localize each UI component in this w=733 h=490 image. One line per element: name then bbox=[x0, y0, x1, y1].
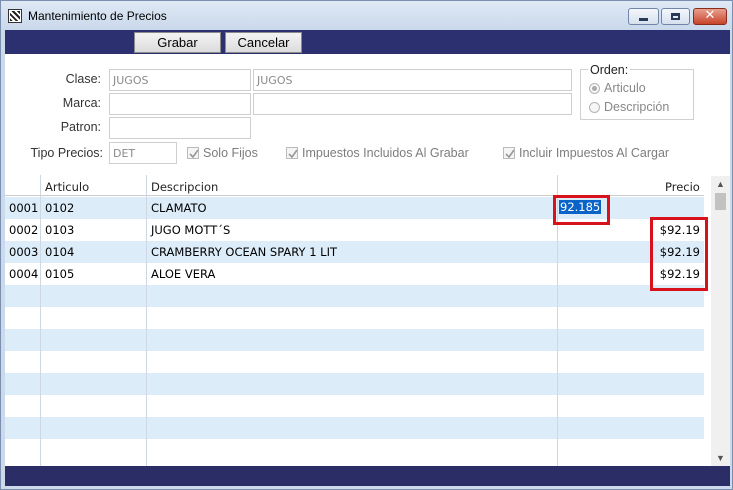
maximize-button[interactable] bbox=[661, 8, 690, 25]
tipo-precios-label: Tipo Precios: bbox=[30, 146, 103, 160]
minimize-button[interactable] bbox=[628, 8, 659, 25]
table-row[interactable]: 0003 0104 CRAMBERRY OCEAN SPARY 1 LIT $9… bbox=[5, 241, 704, 263]
marca-code-field[interactable] bbox=[109, 93, 251, 115]
highlight-edited-price bbox=[553, 195, 610, 225]
header-precio[interactable]: Precio bbox=[665, 180, 700, 194]
solo-fijos-checkbox[interactable] bbox=[187, 147, 199, 159]
clase-desc-field[interactable]: JUGOS bbox=[253, 69, 572, 91]
highlight-prices bbox=[650, 217, 708, 291]
orden-descripcion-label: Descripción bbox=[604, 100, 670, 114]
check-icon bbox=[505, 149, 515, 159]
row-descripcion: CRAMBERRY OCEAN SPARY 1 LIT bbox=[151, 245, 337, 259]
row-num: 0002 bbox=[9, 223, 39, 237]
marca-desc-field[interactable] bbox=[253, 93, 572, 115]
app-grid-icon[interactable] bbox=[8, 9, 22, 23]
grabar-button[interactable]: Grabar bbox=[134, 32, 221, 53]
empty-row[interactable] bbox=[5, 417, 704, 439]
empty-row[interactable] bbox=[5, 329, 704, 351]
app-window: Mantenimiento de Precios ✕ Grabar Cancel… bbox=[0, 0, 733, 490]
main-panel: Clase: JUGOS JUGOS Marca: Patron: Tipo P… bbox=[5, 54, 730, 466]
empty-row[interactable] bbox=[5, 395, 704, 417]
clase-code-field[interactable]: JUGOS bbox=[109, 69, 251, 91]
close-button[interactable]: ✕ bbox=[693, 8, 727, 25]
header-articulo[interactable]: Articulo bbox=[45, 180, 89, 194]
empty-row[interactable] bbox=[5, 439, 704, 461]
row-descripcion: JUGO MOTT´S bbox=[151, 223, 231, 237]
row-articulo: 0104 bbox=[45, 245, 75, 259]
grid-header: Articulo Descripcion Precio bbox=[5, 175, 704, 196]
cancelar-button[interactable]: Cancelar bbox=[225, 32, 302, 53]
orden-title: Orden: bbox=[588, 63, 631, 77]
scroll-down-icon[interactable]: ▼ bbox=[711, 450, 730, 466]
row-num: 0004 bbox=[9, 267, 39, 281]
minimize-icon bbox=[639, 18, 648, 21]
patron-field[interactable] bbox=[109, 117, 251, 139]
maximize-icon bbox=[671, 13, 680, 20]
column-divider bbox=[40, 175, 41, 466]
check-icon bbox=[189, 149, 199, 159]
header-descripcion[interactable]: Descripcion bbox=[151, 180, 218, 194]
column-divider bbox=[146, 175, 147, 466]
orden-descripcion-radio[interactable] bbox=[589, 102, 600, 113]
row-num: 0003 bbox=[9, 245, 39, 259]
marca-label: Marca: bbox=[62, 96, 101, 110]
row-articulo: 0105 bbox=[45, 267, 75, 281]
toolbar: Grabar Cancelar bbox=[5, 30, 730, 54]
title-bar[interactable]: Mantenimiento de Precios ✕ bbox=[1, 1, 732, 30]
table-row[interactable]: 0004 0105 ALOE VERA $92.19 bbox=[5, 263, 704, 285]
clase-label: Clase: bbox=[65, 72, 101, 86]
vertical-scrollbar[interactable]: ▲ ▼ bbox=[711, 176, 730, 466]
scroll-thumb[interactable] bbox=[715, 193, 726, 210]
orden-articulo-radio[interactable] bbox=[589, 83, 600, 94]
row-descripcion: ALOE VERA bbox=[151, 267, 216, 281]
window-title: Mantenimiento de Precios bbox=[28, 9, 167, 23]
impuestos-incluidos-checkbox[interactable] bbox=[286, 147, 298, 159]
empty-row[interactable] bbox=[5, 373, 704, 395]
status-bar bbox=[5, 466, 730, 486]
solo-fijos-label: Solo Fijos bbox=[203, 146, 258, 160]
row-articulo: 0102 bbox=[45, 201, 75, 215]
incluir-impuestos-checkbox[interactable] bbox=[503, 147, 515, 159]
impuestos-incluidos-label: Impuestos Incluidos Al Grabar bbox=[302, 146, 469, 160]
empty-row[interactable] bbox=[5, 285, 704, 307]
patron-label: Patron: bbox=[60, 120, 101, 134]
check-icon bbox=[288, 149, 298, 159]
row-num: 0001 bbox=[9, 201, 39, 215]
empty-row[interactable] bbox=[5, 307, 704, 329]
orden-articulo-label: Articulo bbox=[604, 81, 646, 95]
close-icon: ✕ bbox=[704, 8, 716, 23]
scroll-up-icon[interactable]: ▲ bbox=[711, 176, 730, 192]
row-articulo: 0103 bbox=[45, 223, 75, 237]
row-descripcion: CLAMATO bbox=[151, 201, 207, 215]
incluir-impuestos-label: Incluir Impuestos Al Cargar bbox=[519, 146, 670, 160]
tipo-precios-field[interactable]: DET bbox=[109, 142, 177, 164]
empty-row[interactable] bbox=[5, 351, 704, 373]
